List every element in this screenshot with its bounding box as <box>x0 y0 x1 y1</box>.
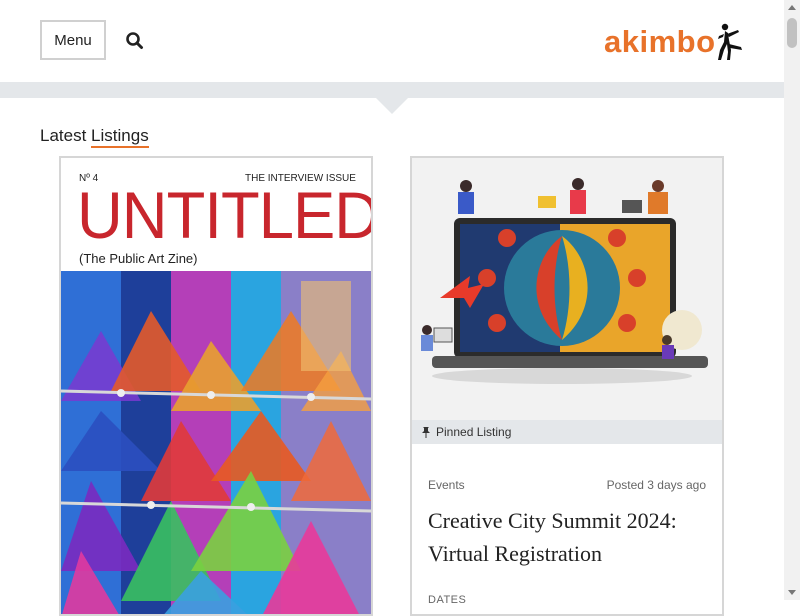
logo-text: akimbo <box>604 24 716 59</box>
zine-subtitle: (The Public Art Zine) <box>79 251 198 266</box>
band-notch <box>376 98 408 114</box>
listing-category[interactable]: Events <box>428 478 465 492</box>
site-logo[interactable]: akimbo <box>604 22 744 62</box>
scroll-up-arrow-icon[interactable] <box>784 0 800 16</box>
menu-button[interactable]: Menu <box>40 20 106 60</box>
pinned-badge: Pinned Listing <box>412 420 722 444</box>
scroll-down-arrow-icon[interactable] <box>784 584 800 600</box>
event-illustration-image <box>412 158 722 420</box>
page-scrollbar[interactable] <box>784 0 800 600</box>
search-icon[interactable] <box>124 30 146 52</box>
scroll-thumb[interactable] <box>787 18 797 48</box>
pinned-label: Pinned Listing <box>436 425 512 439</box>
listing-card[interactable]: Nº 4 THE INTERVIEW ISSUE UNTITLED (The P… <box>59 156 373 616</box>
site-header: Menu akimbo <box>0 0 784 82</box>
dancer-figure-icon <box>717 23 742 60</box>
header-divider-band <box>0 82 784 98</box>
cover-artwork-image <box>61 271 371 614</box>
listing-title[interactable]: Creative City Summit 2024: Virtual Regis… <box>428 504 710 570</box>
listing-card[interactable]: Pinned Listing Events Posted 3 days ago … <box>410 156 724 616</box>
pin-icon <box>422 427 430 438</box>
section-title: Latest Listings <box>40 126 149 148</box>
posted-date: Posted 3 days ago <box>606 478 706 492</box>
dates-label: DATES <box>428 594 467 606</box>
zine-title: UNTITLED <box>77 178 373 252</box>
